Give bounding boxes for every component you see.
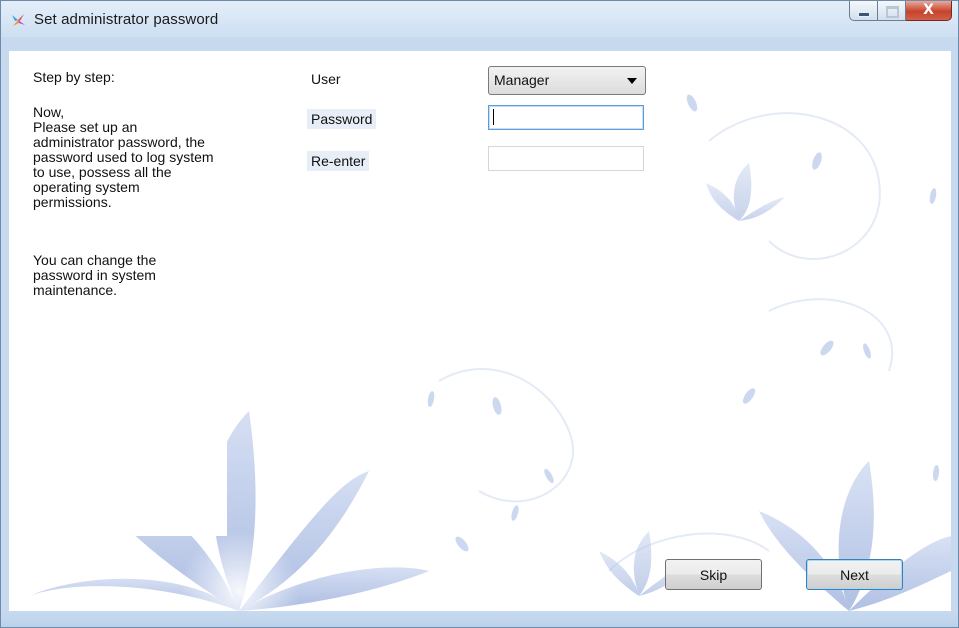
- user-dropdown-value: Manager: [494, 72, 550, 88]
- instructions-text: Now, Please set up an administrator pass…: [33, 104, 214, 210]
- text-caret: [493, 109, 494, 125]
- next-button[interactable]: Next: [806, 559, 903, 590]
- client-area: Step by step: Now, Please set up an admi…: [9, 51, 951, 611]
- user-label: User: [311, 71, 341, 87]
- skip-button[interactable]: Skip: [665, 559, 762, 590]
- title-bar[interactable]: Set administrator password X: [1, 1, 958, 37]
- instructions-panel: Step by step: Now, Please set up an admi…: [31, 51, 227, 536]
- close-icon: X: [923, 2, 934, 18]
- password-input[interactable]: [488, 105, 644, 130]
- minimize-button[interactable]: [849, 1, 878, 21]
- minimize-icon: [858, 12, 870, 17]
- instructions-note: You can change the password in system ma…: [33, 252, 157, 298]
- chevron-down-icon: [627, 78, 637, 84]
- caption-buttons: X: [849, 1, 952, 23]
- window-bottom-border: [1, 613, 958, 627]
- password-label: Password: [307, 109, 377, 129]
- step-heading: Step by step:: [33, 69, 115, 85]
- maximize-icon: [886, 6, 899, 18]
- dialog-window: Set administrator password X Step by ste…: [0, 0, 959, 628]
- window-title: Set administrator password: [34, 11, 219, 28]
- reenter-password-input[interactable]: [488, 146, 644, 171]
- user-dropdown[interactable]: Manager: [488, 66, 646, 95]
- reenter-label: Re-enter: [307, 151, 370, 171]
- close-button[interactable]: X: [906, 1, 952, 21]
- app-flower-icon: [12, 14, 25, 26]
- maximize-button[interactable]: [878, 1, 906, 21]
